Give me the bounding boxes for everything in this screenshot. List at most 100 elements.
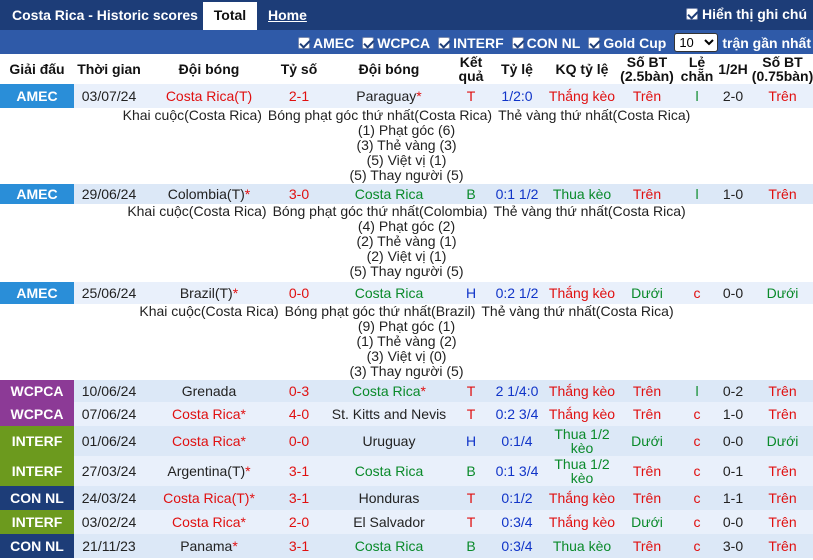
away-team[interactable]: Costa Rica * <box>324 380 454 402</box>
half-time-score: 2-0 <box>722 87 744 104</box>
away-team[interactable]: St. Kitts and Nevis <box>324 402 454 426</box>
away-team[interactable]: Costa Rica <box>324 282 454 304</box>
table-row: AMEC 25/06/24 Brazil(T) * 0-0 Costa Rica H 0:2 … <box>0 282 813 304</box>
notes-stat-line: (5) Thay người (5) <box>349 167 464 183</box>
match-score: 0-0 <box>288 432 310 449</box>
league-badge[interactable]: AMEC <box>0 282 74 304</box>
match-score: 4-0 <box>288 405 310 422</box>
checkbox-icon[interactable] <box>511 36 524 49</box>
filter-con-nl[interactable]: CON NL <box>511 34 581 51</box>
over-under: Trên <box>632 185 662 202</box>
notes-stat-line: (1) Thẻ vàng (2) <box>356 333 457 349</box>
show-notes-toggle[interactable]: Hiển thị ghi chú <box>686 6 807 22</box>
away-team[interactable]: Costa Rica <box>324 456 454 486</box>
table-row: INTERF 01/06/24 Costa Rica * 0-0 Uruguay H 0:1/… <box>0 426 813 456</box>
tab-home[interactable]: Home <box>268 7 307 23</box>
match-odds: 0:1/4 <box>501 432 533 449</box>
filter-gold-cup[interactable]: Gold Cup <box>588 35 666 51</box>
home-team[interactable]: Brazil(T) * <box>144 282 274 304</box>
away-team-name[interactable]: Uruguay <box>363 434 416 448</box>
home-team[interactable]: Costa Rica(T) <box>144 84 274 108</box>
home-team-name[interactable]: Brazil(T) <box>180 286 233 300</box>
league-badge[interactable]: AMEC <box>0 184 74 204</box>
match-count-select[interactable]: 10 <box>674 33 719 52</box>
league-badge[interactable]: INTERF <box>0 510 74 534</box>
match-odds: 0:3/4 <box>501 513 533 530</box>
half-time-score: 0-0 <box>722 513 744 530</box>
notes-stat-line: (9) Phạt góc (1) <box>357 318 456 334</box>
home-team-name[interactable]: Argentina(T) <box>167 464 245 478</box>
odds-result: Thắng kèo <box>548 406 616 422</box>
away-team-name[interactable]: Costa Rica <box>355 286 423 300</box>
league-badge[interactable]: CON NL <box>0 534 74 558</box>
home-team[interactable]: Colombia(T) * <box>144 184 274 204</box>
home-team-name[interactable]: Costa Rica <box>172 515 240 529</box>
checkbox-icon[interactable] <box>297 36 310 49</box>
home-team[interactable]: Panama * <box>144 534 274 558</box>
away-team[interactable]: El Salvador <box>324 510 454 534</box>
over-under: Dưới <box>631 432 663 449</box>
home-team[interactable]: Costa Rica(T) * <box>144 486 274 510</box>
filter-amec[interactable]: AMEC <box>297 35 354 51</box>
tab-total[interactable]: Total <box>203 2 257 30</box>
match-result: B <box>466 537 476 554</box>
league-badge[interactable]: WCPCA <box>0 380 74 402</box>
match-score: 2-1 <box>288 87 310 104</box>
league-badge[interactable]: INTERF <box>0 456 74 486</box>
over-under: Dưới <box>631 284 663 301</box>
league-badge[interactable]: CON NL <box>0 486 74 510</box>
away-team[interactable]: Costa Rica <box>324 534 454 558</box>
over-under-2: Trên <box>768 185 797 202</box>
page-title: Costa Rica - Historic scores <box>12 7 198 23</box>
away-team-name[interactable]: Costa Rica <box>355 464 423 478</box>
away-team[interactable]: Honduras <box>324 486 454 510</box>
checkbox-icon[interactable] <box>588 36 601 49</box>
match-score: 2-0 <box>288 513 310 530</box>
home-team-name[interactable]: Costa Rica <box>172 407 240 421</box>
home-team-name[interactable]: Panama <box>180 539 232 553</box>
home-team[interactable]: Grenada <box>144 380 274 402</box>
filter-wcpca[interactable]: WCPCA <box>362 35 430 51</box>
home-team[interactable]: Costa Rica * <box>144 402 274 426</box>
home-team-name[interactable]: Costa Rica <box>172 434 240 448</box>
match-score: 0-3 <box>288 382 310 399</box>
away-team-name[interactable]: Costa Rica <box>352 384 420 398</box>
home-team-name[interactable]: Colombia(T) <box>168 187 245 201</box>
match-result: B <box>466 462 476 479</box>
home-team[interactable]: Costa Rica * <box>144 510 274 534</box>
odds-result: Thua kèo <box>552 538 612 554</box>
filter-label: INTERF <box>453 34 504 51</box>
away-team-name[interactable]: Honduras <box>359 491 420 505</box>
home-star: * <box>244 185 251 202</box>
away-team-name[interactable]: Costa Rica <box>355 539 423 553</box>
away-team-name[interactable]: Costa Rica <box>355 187 423 201</box>
col-corners2: Số BT (0.75bàn) <box>751 54 813 84</box>
notes-stat-line: (4) Phạt góc (2) <box>357 218 456 234</box>
league-badge[interactable]: AMEC <box>0 84 74 108</box>
home-team[interactable]: Costa Rica * <box>144 426 274 456</box>
home-team-name[interactable]: Costa Rica(T) <box>166 89 252 103</box>
filter-label: CON NL <box>526 34 581 51</box>
away-team-name[interactable]: El Salvador <box>353 515 425 529</box>
odd-even: c <box>693 284 701 301</box>
filter-label: Gold Cup <box>603 34 667 51</box>
over-under-2: Dưới <box>766 284 799 301</box>
over-under-2: Trên <box>768 513 797 530</box>
away-team[interactable]: Paraguay * <box>324 84 454 108</box>
away-team-name[interactable]: St. Kitts and Nevis <box>332 407 446 421</box>
away-team[interactable]: Costa Rica <box>324 184 454 204</box>
away-team-name[interactable]: Paraguay <box>356 89 416 103</box>
away-team[interactable]: Uruguay <box>324 426 454 456</box>
league-badge[interactable]: INTERF <box>0 426 74 456</box>
home-team-name[interactable]: Grenada <box>182 384 236 398</box>
checkbox-icon[interactable] <box>362 36 375 49</box>
col-away: Đội bóng <box>358 61 420 77</box>
home-team[interactable]: Argentina(T) * <box>144 456 274 486</box>
league-badge[interactable]: WCPCA <box>0 402 74 426</box>
col-date: Thời gian <box>77 61 141 77</box>
checkbox-icon[interactable] <box>686 8 698 20</box>
checkbox-icon[interactable] <box>438 36 451 49</box>
over-under-2: Trên <box>768 489 797 506</box>
filter-interf[interactable]: INTERF <box>438 35 504 51</box>
home-team-name[interactable]: Costa Rica(T) <box>163 491 249 505</box>
